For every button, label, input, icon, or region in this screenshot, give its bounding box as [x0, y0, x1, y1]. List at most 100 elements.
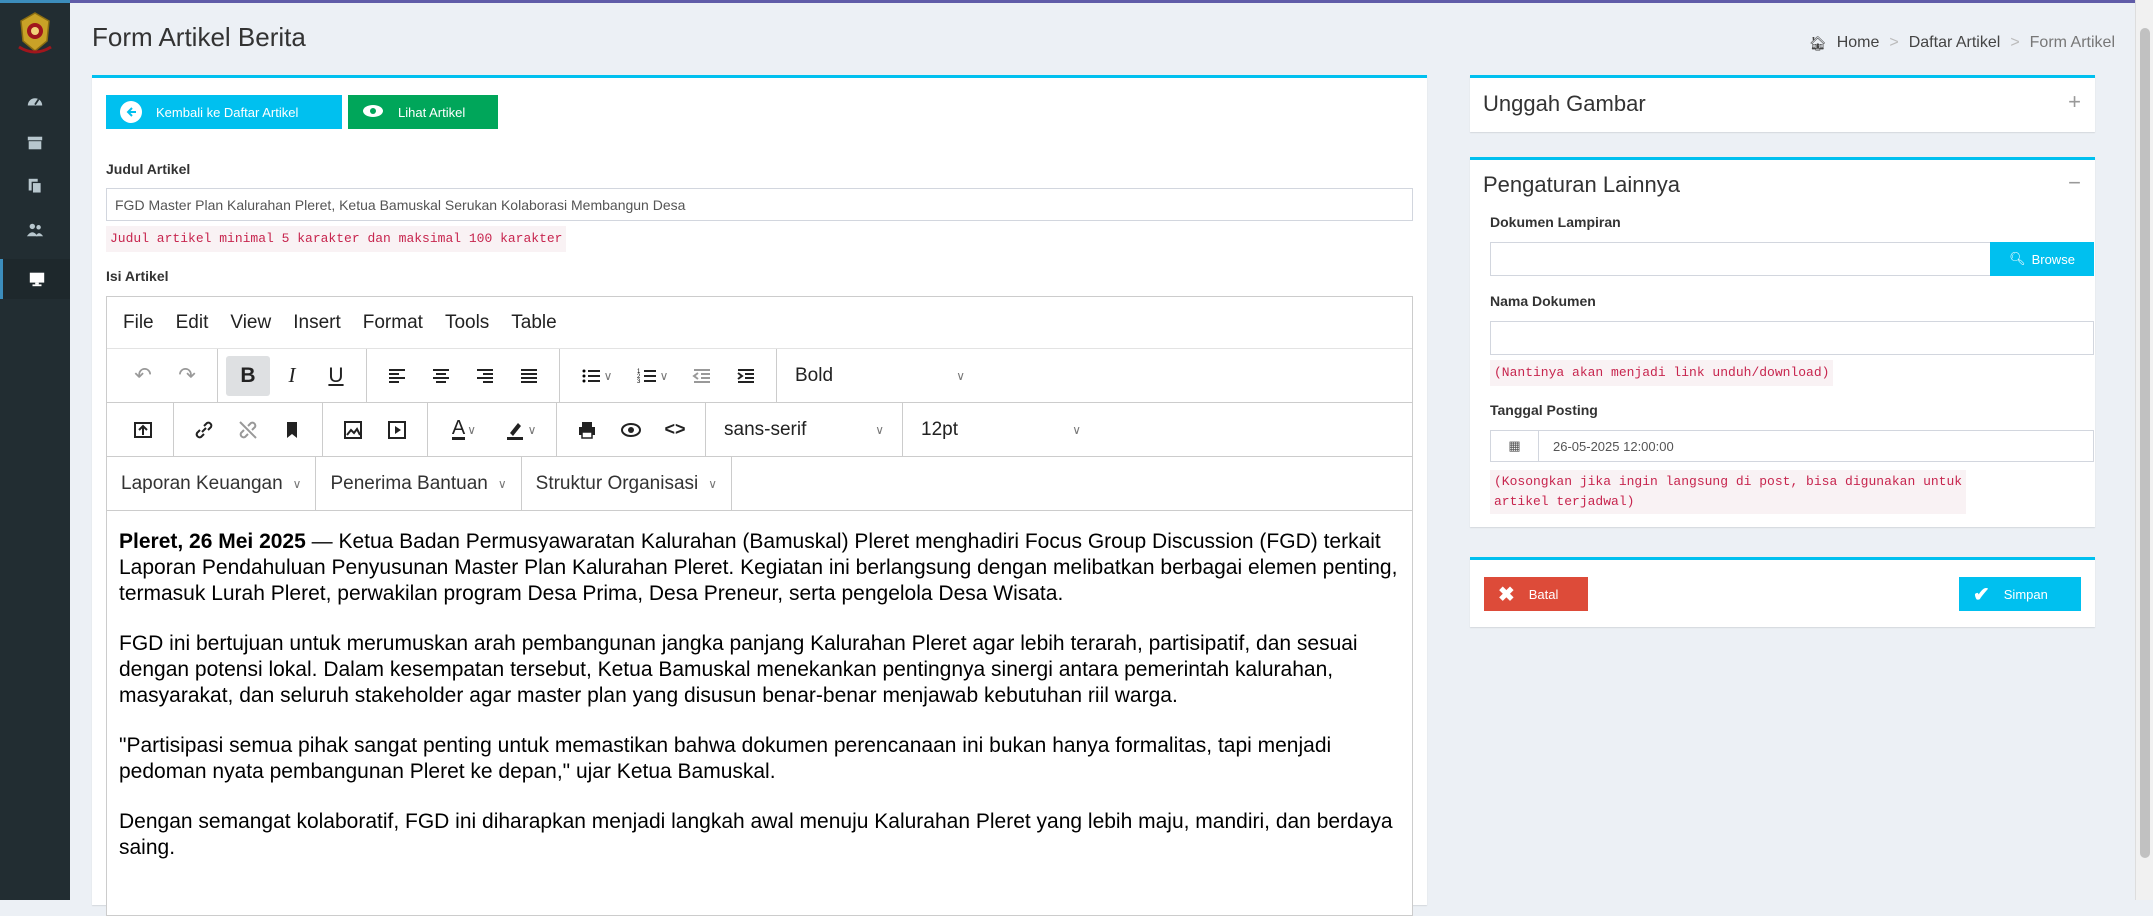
- view-article-button[interactable]: Lihat Artikel: [348, 95, 498, 129]
- chevron-down-icon: ∨: [708, 476, 718, 491]
- post-date-hint-line-1: (Kosongkan jika ingin langsung di post, …: [1494, 474, 1963, 489]
- outdent-icon[interactable]: [680, 356, 724, 396]
- upload-image-title: Unggah Gambar: [1483, 91, 1646, 116]
- editor-menubar: File Edit View Insert Format Tools Table: [107, 297, 1412, 349]
- menu-table[interactable]: Table: [511, 312, 556, 334]
- italic-icon[interactable]: I: [270, 356, 314, 396]
- menu-edit[interactable]: Edit: [176, 312, 209, 334]
- isi-label: Isi Artikel: [106, 268, 169, 284]
- cancel-button[interactable]: ✖ Batal: [1484, 577, 1588, 611]
- block-format-select[interactable]: Bold ∨: [785, 356, 975, 396]
- menu-struktur-organisasi-label: Struktur Organisasi: [535, 472, 699, 494]
- judul-label: Judul Artikel: [106, 161, 191, 177]
- menu-penerima-bantuan[interactable]: Penerima Bantuan ∨: [316, 457, 522, 510]
- save-button[interactable]: ✔ Simpan: [1959, 577, 2081, 611]
- align-justify-icon[interactable]: [507, 356, 551, 396]
- highlight-color-icon[interactable]: ∨: [492, 410, 548, 450]
- editor-content[interactable]: Pleret, 26 Mei 2025 — Ketua Badan Permus…: [107, 511, 1412, 903]
- font-size-select[interactable]: 12pt ∨: [911, 410, 1091, 450]
- paragraph-text: — Ketua Badan Permusyawaratan Kalurahan …: [119, 530, 1398, 605]
- doc-attachment-input[interactable]: [1490, 242, 1992, 276]
- paragraph-text: FGD ini bertujuan untuk merumuskan arah …: [119, 632, 1358, 707]
- font-family-select[interactable]: sans-serif ∨: [714, 410, 894, 450]
- menu-format[interactable]: Format: [363, 312, 423, 334]
- paragraph-bold: Pleret, 26 Mei 2025: [119, 530, 306, 553]
- post-date-hint: (Kosongkan jika ingin langsung di post, …: [1490, 470, 1967, 514]
- other-settings-box: Pengaturan Lainnya − Dokumen Lampiran 🔍︎…: [1470, 157, 2095, 527]
- text-color-icon[interactable]: A ∨: [436, 410, 492, 450]
- bullet-list-icon[interactable]: ∨: [568, 356, 624, 396]
- back-to-list-label: Kembali ke Daftar Artikel: [156, 104, 299, 120]
- arrow-left-circle-icon: [120, 101, 142, 123]
- judul-input[interactable]: [106, 188, 1413, 221]
- post-date-label: Tanggal Posting: [1490, 402, 1598, 418]
- users-icon[interactable]: [0, 210, 70, 250]
- collapse-minus-icon[interactable]: −: [2068, 170, 2081, 196]
- menu-struktur-organisasi[interactable]: Struktur Organisasi ∨: [522, 457, 733, 510]
- upload-image-box: Unggah Gambar +: [1470, 75, 2095, 132]
- scrollbar-thumb[interactable]: [2140, 28, 2150, 858]
- menu-laporan-keuangan[interactable]: Laporan Keuangan ∨: [107, 457, 317, 510]
- post-date-hint-line-2: artikel terjadwal): [1494, 494, 1635, 509]
- align-group: [367, 349, 560, 402]
- sidebar: [0, 0, 70, 900]
- menu-penerima-bantuan-label: Penerima Bantuan: [330, 472, 488, 494]
- indent-icon[interactable]: [724, 356, 768, 396]
- page-scrollbar[interactable]: [2135, 0, 2153, 900]
- article-form-box: Kembali ke Daftar Artikel Lihat Artikel …: [92, 75, 1427, 916]
- align-center-icon[interactable]: [419, 356, 463, 396]
- check-icon: ✔: [1973, 583, 1990, 606]
- list-group: ∨ 1 2 3 ∨: [560, 349, 777, 402]
- desktop-icon[interactable]: [0, 259, 70, 299]
- breadcrumb-list[interactable]: Daftar Artikel: [1909, 34, 2001, 52]
- bookmark-icon[interactable]: [270, 410, 314, 450]
- doc-name-input[interactable]: [1490, 321, 2094, 355]
- numbered-list-icon[interactable]: 1 2 3 ∨: [624, 356, 680, 396]
- paragraph-text: "Partisipasi semua pihak sangat penting …: [119, 734, 1332, 783]
- other-settings-title: Pengaturan Lainnya: [1483, 172, 1680, 197]
- close-icon: ✖: [1498, 583, 1515, 606]
- upload-group: [113, 403, 174, 456]
- tools-group: <>: [557, 403, 706, 456]
- undo-icon[interactable]: ↶: [121, 356, 165, 396]
- redo-icon[interactable]: ↷: [165, 356, 209, 396]
- search-icon: 🔍︎: [2009, 251, 2026, 266]
- doc-name-hint: (Nantinya akan menjadi link unduh/downlo…: [1490, 360, 1834, 386]
- align-left-icon[interactable]: [375, 356, 419, 396]
- breadcrumb-home[interactable]: Home: [1837, 34, 1880, 52]
- cancel-label: Batal: [1528, 586, 1559, 602]
- breadcrumb-current: Form Artikel: [2029, 34, 2115, 51]
- print-icon[interactable]: [565, 410, 609, 450]
- link-icon[interactable]: [182, 410, 226, 450]
- media-icon[interactable]: [375, 410, 419, 450]
- browse-button[interactable]: 🔍︎ Browse: [1990, 242, 2094, 276]
- menu-tools[interactable]: Tools: [445, 312, 489, 334]
- doc-attachment-label: Dokumen Lampiran: [1490, 214, 1621, 230]
- media-group: [323, 403, 428, 456]
- upload-icon[interactable]: [121, 410, 165, 450]
- breadcrumb-separator: >: [2010, 34, 2020, 51]
- expand-plus-icon[interactable]: +: [2068, 89, 2081, 115]
- documents-icon[interactable]: [0, 166, 70, 206]
- dashboard-icon[interactable]: [0, 81, 70, 121]
- bold-icon[interactable]: B: [226, 355, 270, 396]
- paragraph: Pleret, 26 Mei 2025 — Ketua Badan Permus…: [119, 529, 1400, 607]
- menu-file[interactable]: File: [123, 312, 154, 334]
- align-right-icon[interactable]: [463, 356, 507, 396]
- archive-icon[interactable]: [0, 123, 70, 163]
- menu-view[interactable]: View: [230, 312, 271, 334]
- menu-insert[interactable]: Insert: [293, 312, 341, 334]
- back-to-list-button[interactable]: Kembali ke Daftar Artikel: [106, 95, 342, 129]
- breadcrumb: 🏠︎ Home > Daftar Artikel > Form Artikel: [1809, 34, 2115, 52]
- unlink-icon[interactable]: [226, 410, 270, 450]
- font-size-value: 12pt: [921, 418, 958, 440]
- chevron-down-icon: ∨: [875, 422, 884, 437]
- post-date-input[interactable]: ▦ 26-05-2025 12:00:00: [1490, 430, 2094, 462]
- image-icon[interactable]: [331, 410, 375, 450]
- preview-icon[interactable]: [609, 410, 653, 450]
- chevron-down-icon: ∨: [1072, 422, 1081, 437]
- underline-icon[interactable]: U: [314, 356, 358, 396]
- text-style-group: B I U: [218, 349, 367, 402]
- paragraph: Dengan semangat kolaboratif, FGD ini dih…: [119, 809, 1400, 861]
- source-code-icon[interactable]: <>: [653, 410, 697, 450]
